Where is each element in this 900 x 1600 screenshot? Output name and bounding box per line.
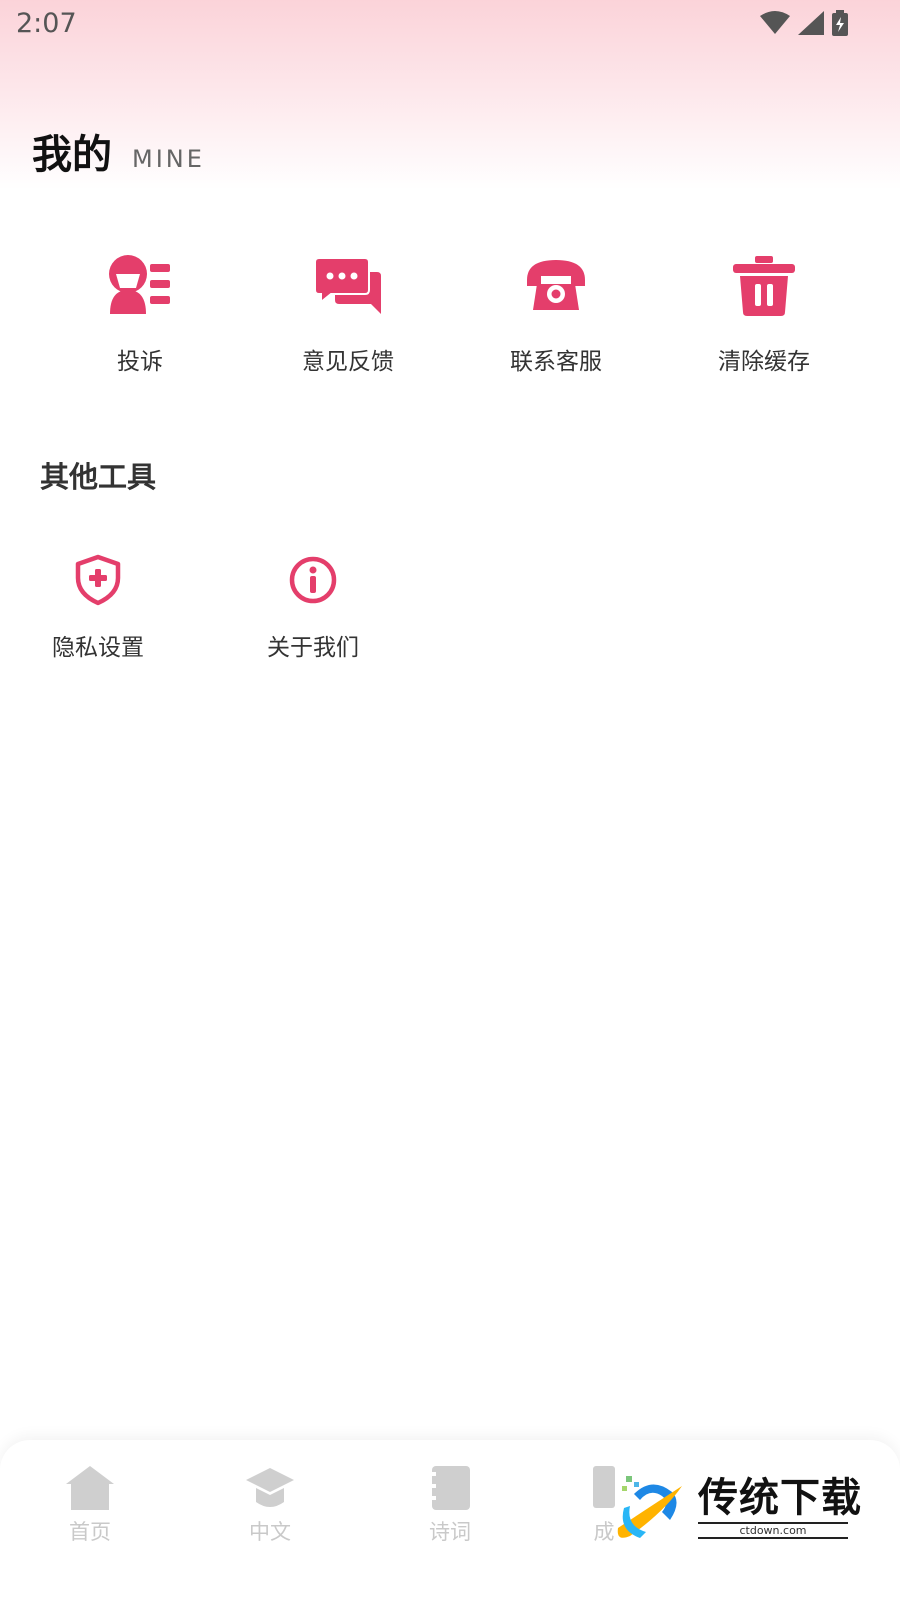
graduation-cap-icon [246, 1468, 294, 1507]
clear-cache-label: 清除缓存 [718, 349, 810, 375]
other-tools-list: 隐私设置 关于我们 [36, 552, 406, 662]
nav-poetry[interactable]: 诗词 [395, 1464, 505, 1546]
complaint-label: 投诉 [117, 349, 163, 375]
complaint-icon [104, 250, 176, 322]
clear-cache-button[interactable]: 清除缓存 [660, 250, 868, 390]
about-us-label: 关于我们 [267, 635, 359, 661]
nav-poetry-label: 诗词 [429, 1520, 471, 1544]
nav-chinese-label: 中文 [249, 1520, 291, 1544]
watermark-site: ctdown.com [698, 1522, 848, 1539]
watermark: 传统下载 ctdown.com [612, 1470, 862, 1545]
home-icon [66, 1466, 114, 1510]
nav-home[interactable]: 首页 [35, 1464, 145, 1546]
nav-chinese[interactable]: 中文 [215, 1464, 325, 1546]
page-subtitle: MINE [132, 145, 205, 173]
privacy-settings-label: 隐私设置 [52, 635, 144, 661]
complaint-button[interactable]: 投诉 [36, 250, 244, 390]
battery-icon [832, 10, 848, 36]
contact-service-button[interactable]: 联系客服 [452, 250, 660, 390]
watermark-logo-icon [617, 1475, 682, 1538]
notebook-icon [428, 1466, 470, 1510]
signal-icon [798, 11, 824, 35]
quick-actions: 投诉 意见反馈 联系客服 清除缓存 [36, 250, 868, 390]
contact-service-label: 联系客服 [510, 349, 602, 375]
nav-home-label: 首页 [69, 1520, 111, 1544]
feedback-label: 意见反馈 [302, 349, 394, 375]
nav-idiom[interactable]: 成 [575, 1464, 615, 1546]
info-icon [285, 552, 341, 608]
status-time: 2:07 [16, 8, 77, 39]
wifi-icon [760, 11, 790, 34]
telephone-icon [520, 250, 592, 322]
privacy-settings-button[interactable]: 隐私设置 [36, 552, 160, 662]
shield-plus-icon [70, 552, 126, 608]
status-icons [760, 10, 848, 36]
watermark-brand: 传统下载 [698, 1475, 862, 1521]
feedback-button[interactable]: 意见反馈 [244, 250, 452, 390]
other-tools-title: 其他工具 [40, 460, 157, 494]
about-us-button[interactable]: 关于我们 [220, 552, 406, 662]
watermark-text: 传统下载 ctdown.com [698, 1476, 862, 1539]
feedback-chat-icon [312, 250, 384, 322]
status-bar: 2:07 [0, 0, 900, 48]
page-title: 我的 [32, 132, 112, 178]
trash-icon [728, 250, 800, 322]
book-icon [593, 1466, 615, 1508]
